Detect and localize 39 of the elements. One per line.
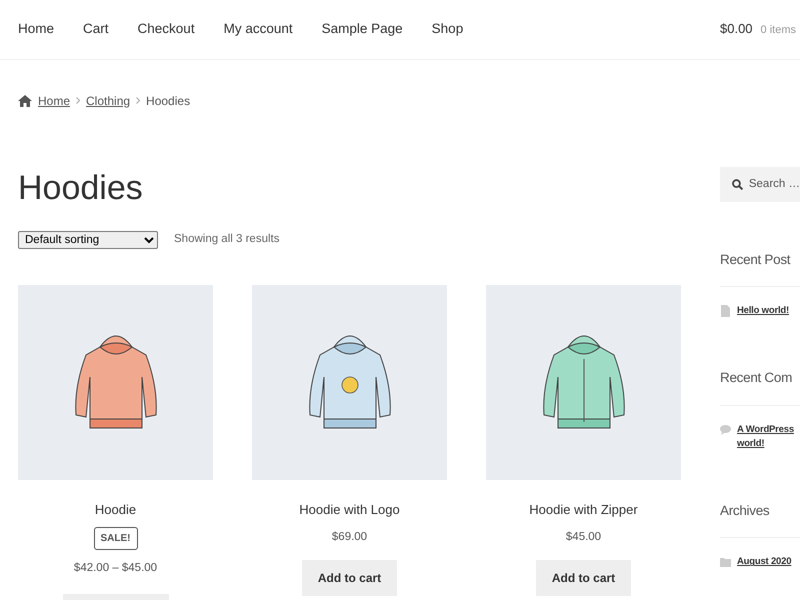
nav-link[interactable]: Sample Page bbox=[322, 19, 403, 40]
product-name[interactable]: Hoodie with Zipper bbox=[486, 500, 681, 520]
breadcrumb-link[interactable]: Clothing bbox=[86, 92, 130, 110]
product-price: $45.00 bbox=[564, 530, 602, 546]
nav-link[interactable]: Shop bbox=[432, 19, 464, 40]
folder-icon bbox=[720, 556, 731, 568]
product-name[interactable]: Hoodie with Logo bbox=[252, 500, 447, 520]
document-icon bbox=[720, 305, 731, 318]
search-field[interactable]: Search … bbox=[720, 167, 800, 202]
widget-link[interactable]: Hello world! bbox=[737, 304, 789, 318]
nav-link[interactable]: Checkout bbox=[138, 19, 195, 40]
add-to-cart-button[interactable]: Add to cart bbox=[302, 560, 398, 596]
product-image[interactable] bbox=[252, 284, 447, 480]
nav-link[interactable]: My account bbox=[224, 19, 293, 40]
product-name[interactable]: Hoodie bbox=[18, 500, 213, 520]
breadcrumb-current: Hoodies bbox=[146, 92, 190, 110]
search-icon bbox=[732, 179, 743, 190]
widget-title: Recent Com bbox=[720, 370, 800, 406]
chevron-icon bbox=[136, 97, 140, 104]
sale-badge: SALE! bbox=[94, 527, 138, 550]
nav-link[interactable]: Home bbox=[18, 19, 54, 40]
speech-bubble-icon bbox=[720, 424, 731, 436]
add-to-cart-button[interactable]: Add to cart bbox=[536, 560, 632, 596]
sort-dropdown[interactable]: Default sorting bbox=[18, 230, 158, 249]
product-image[interactable] bbox=[486, 284, 681, 480]
result-count: Showing all 3 results bbox=[174, 232, 280, 248]
breadcrumb-link[interactable]: Home bbox=[38, 92, 70, 110]
product-image[interactable] bbox=[18, 284, 213, 480]
widget-link[interactable]: August 2020 bbox=[737, 555, 792, 570]
page-title: Hoodies bbox=[18, 168, 144, 209]
widget-title: Recent Post bbox=[720, 252, 800, 288]
widget-link[interactable]: A WordPress world! bbox=[737, 422, 794, 452]
cart-total[interactable]: $0.00 bbox=[720, 19, 753, 38]
widget-title: Archives bbox=[720, 503, 800, 538]
nav-link[interactable]: Cart bbox=[83, 19, 109, 40]
product-price: $42.00 – $45.00 bbox=[72, 561, 158, 576]
product-price: $69.00 bbox=[330, 530, 368, 546]
home-icon[interactable] bbox=[18, 94, 32, 106]
chevron-icon bbox=[76, 97, 80, 104]
